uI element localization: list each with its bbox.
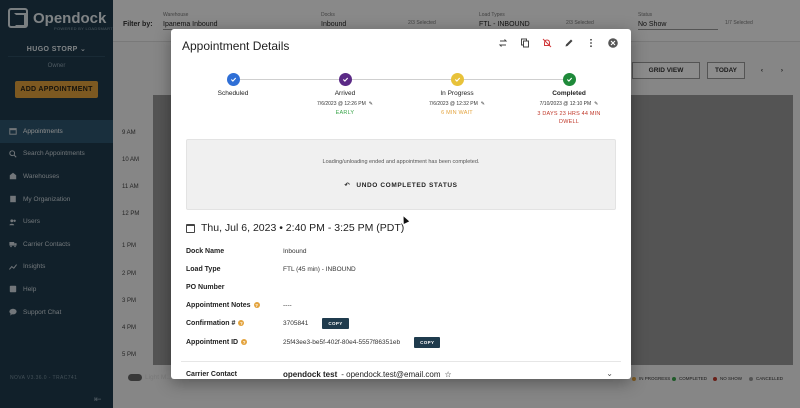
carrier-contact-value: opendock test - opendock.test@email.com … xyxy=(283,370,452,379)
step-scheduled: Scheduled xyxy=(183,71,283,97)
undo-label: UNDO COMPLETED STATUS xyxy=(356,181,458,189)
detail-row-appointment-id: Appointment ID? 25f43ee3-be5f-402f-80e4-… xyxy=(186,336,616,348)
star-icon[interactable]: ☆ xyxy=(445,370,452,379)
step-time: 7/10/2023 @ 12:10 PM ✎ xyxy=(519,101,619,107)
appointment-details-dialog: Appointment Details Scheduled Arrived 7/… xyxy=(171,29,631,379)
edit-icon[interactable]: ✎ xyxy=(594,101,598,107)
step-name: Arrived xyxy=(334,90,356,97)
check-icon xyxy=(562,73,576,86)
step-completed: Completed 7/10/2023 @ 12:10 PM ✎ 3 DAYS 2… xyxy=(519,71,619,127)
detail-label: Load Type xyxy=(186,265,221,273)
status-timeline: Scheduled Arrived 7/6/2023 @ 12:26 PM ✎ E… xyxy=(191,71,611,131)
detail-value: 3705841 COPY xyxy=(283,317,349,329)
more-icon[interactable] xyxy=(586,38,596,48)
step-in-progress: In Progress 7/6/2023 @ 12:32 PM ✎ 6 MIN W… xyxy=(407,71,507,116)
copy-appointment-id-button[interactable]: COPY xyxy=(414,336,441,348)
close-icon[interactable] xyxy=(608,38,618,48)
step-time: 7/6/2023 @ 12:32 PM ✎ xyxy=(407,101,507,107)
copy-icon[interactable] xyxy=(520,38,530,48)
detail-value: 25f43ee3-be5f-402f-80e4-5557f86351eb COPY xyxy=(283,336,441,348)
status-panel: Loading/unloading ended and appointment … xyxy=(186,139,616,210)
edit-icon[interactable]: ✎ xyxy=(481,101,485,107)
dialog-actions xyxy=(498,38,618,48)
status-message: Loading/unloading ended and appointment … xyxy=(322,159,480,165)
undo-completed-status-button[interactable]: ↶ UNDO COMPLETED STATUS xyxy=(187,181,615,190)
check-icon xyxy=(338,73,352,86)
calendar-icon xyxy=(186,223,195,233)
edit-icon[interactable] xyxy=(564,38,574,48)
detail-value: ---- xyxy=(283,301,292,309)
dialog-title: Appointment Details xyxy=(182,39,290,53)
appointment-date: Thu, Jul 6, 2023 • 2:40 PM - 3:25 PM (PD… xyxy=(186,222,404,234)
step-time-text: 7/10/2023 @ 12:10 PM xyxy=(539,101,592,107)
detail-value: Inbound xyxy=(283,247,307,255)
step-note: 6 MIN WAIT xyxy=(441,110,473,116)
appointment-id: 25f43ee3-be5f-402f-80e4-5557f86351eb xyxy=(283,338,401,346)
step-time-text: 7/6/2023 @ 12:32 PM xyxy=(429,101,478,107)
carrier-name: opendock test xyxy=(283,370,338,379)
carrier-contact-label: Carrier Contact xyxy=(186,371,237,378)
check-icon xyxy=(226,73,240,86)
detail-label-text: Confirmation # xyxy=(186,319,236,327)
confirmation-number: 3705841 xyxy=(283,319,309,327)
carrier-email: - opendock.test@email.com xyxy=(341,370,441,379)
edit-icon[interactable]: ✎ xyxy=(369,101,373,107)
undo-icon: ↶ xyxy=(344,182,351,189)
detail-label: Confirmation #? xyxy=(186,319,245,327)
step-name: Scheduled xyxy=(217,90,249,97)
detail-row-load-type: Load Type FTL (45 min) - INBOUND xyxy=(186,263,616,275)
detail-label: Appointment ID? xyxy=(186,338,248,346)
info-icon[interactable]: ? xyxy=(253,302,260,308)
appointment-date-text: Thu, Jul 6, 2023 • 2:40 PM - 3:25 PM (PD… xyxy=(201,222,405,234)
step-time-text: 7/6/2023 @ 12:26 PM xyxy=(317,101,366,107)
info-icon[interactable]: ? xyxy=(241,339,248,345)
detail-label: Dock Name xyxy=(186,247,225,255)
detail-row-confirmation: Confirmation #? 3705841 COPY xyxy=(186,317,616,329)
check-icon xyxy=(450,73,464,86)
detail-label: PO Number xyxy=(186,283,225,291)
detail-row-po-number: PO Number xyxy=(186,281,616,293)
step-time: 7/6/2023 @ 12:26 PM ✎ xyxy=(295,101,395,107)
detail-label-text: Appointment ID xyxy=(186,338,239,346)
step-name: Completed xyxy=(552,90,586,97)
notifications-off-icon[interactable] xyxy=(542,38,552,48)
step-note: 3 DAYS 23 HRS 44 MIN DWELL xyxy=(537,111,601,126)
detail-row-dock-name: Dock Name Inbound xyxy=(186,245,616,257)
divider xyxy=(181,361,621,362)
detail-row-appointment-notes: Appointment Notes? ---- xyxy=(186,299,616,311)
refresh-icon[interactable] xyxy=(498,38,508,48)
copy-confirmation-button[interactable]: COPY xyxy=(322,317,349,329)
detail-value: FTL (45 min) - INBOUND xyxy=(283,265,356,273)
info-icon[interactable]: ? xyxy=(238,320,245,326)
chevron-down-icon[interactable]: ⌄ xyxy=(606,369,613,378)
step-arrived: Arrived 7/6/2023 @ 12:26 PM ✎ EARLY xyxy=(295,71,395,116)
detail-label: Appointment Notes? xyxy=(186,302,260,309)
detail-label-text: Appointment Notes xyxy=(186,301,251,309)
step-note: EARLY xyxy=(335,110,355,116)
step-name: In Progress xyxy=(440,90,474,97)
